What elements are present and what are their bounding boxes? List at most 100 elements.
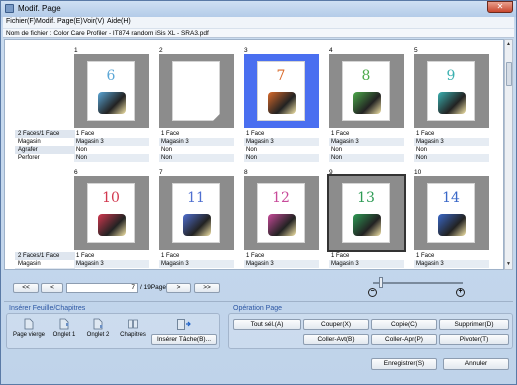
page-attribute-cell[interactable]: Magasin 3 [329,138,404,146]
prev-page-button[interactable]: < [41,283,63,293]
page-thumbnail[interactable]: 11 [159,176,234,250]
page-attribute-cell[interactable]: Magasin 3 [74,260,149,268]
modif-page-window: Modif. Page ✕ Fichier(F) Modif. Page(E) … [0,0,517,385]
page-illustration [353,92,381,114]
zoom-slider-thumb[interactable] [379,277,383,288]
tool-onglet-2[interactable]: Onglet 2 [83,318,113,338]
page-thumbnail[interactable] [159,54,234,128]
page-number: 8 [244,169,248,176]
tool-page-vierge[interactable]: Page vierge [11,318,47,338]
scroll-thumb[interactable] [506,62,512,86]
vertical-scrollbar[interactable]: ▲ ▼ [504,39,513,270]
page-thumbnail[interactable]: 7 [244,54,319,128]
page-attribute-cell[interactable]: Magasin 3 [244,138,319,146]
page-attribute-cell[interactable]: Non [329,146,404,154]
page-attribute-cell[interactable]: Magasin 3 [159,138,234,146]
page-illustration [98,214,126,236]
page-attribute-cell[interactable]: 1 Face [159,130,234,138]
page-thumbnail-panel: 161 Face Magasin 3 Non Non 2 1 Face Magasin 3N… [4,39,504,270]
zoom-in-icon[interactable]: + [456,288,465,297]
menu-voir[interactable]: Voir(V) [83,18,104,25]
page-attribute-cell[interactable]: Non [244,146,319,154]
page-attribute-cell[interactable]: 1 Face [244,130,319,138]
page-thumbnail[interactable]: 13 [327,174,406,252]
chapters-icon [128,319,138,329]
tool-onglet-1[interactable]: Onglet 1 [49,318,79,338]
page-attribute-cell[interactable]: 1 Face [329,252,404,260]
page-attribute-cell[interactable]: 1 Face [244,252,319,260]
divider [4,301,513,302]
blank-page-preview [172,61,220,121]
app-icon [5,4,14,13]
zoom-slider-track[interactable] [373,282,463,284]
copy-button[interactable]: Copie(C) [371,319,437,330]
paste-before-button[interactable]: Coller-Avt(B) [303,334,369,345]
tool-chapitres[interactable]: Chapitres [117,318,149,338]
scroll-up-icon[interactable]: ▲ [505,41,512,48]
page-attribute-cell[interactable]: Non [74,146,149,154]
menu-aide[interactable]: Aide(H) [107,18,131,25]
zoom-out-icon[interactable]: − [368,288,377,297]
page-illustration [183,214,211,236]
page-thumbnail[interactable]: 9 [414,54,489,128]
page-number: 3 [244,47,248,54]
last-page-button[interactable]: >> [194,283,220,293]
page-thumbnail[interactable]: 12 [244,176,319,250]
page-thumbnail[interactable]: 8 [329,54,404,128]
page-attribute-cell[interactable]: Magasin 3 [414,260,489,268]
page-attribute-cell[interactable]: 1 Face [329,130,404,138]
delete-button[interactable]: Supprimer(D) [439,319,509,330]
page-attribute-cell[interactable]: Non [414,154,489,162]
rotate-button[interactable]: Pivoter(T) [439,334,509,345]
row-label: Perforer [18,155,40,161]
menu-modif-page[interactable]: Modif. Page(E) [36,18,83,25]
page-thumbnail[interactable]: 10 [74,176,149,250]
save-button[interactable]: Enregistrer(S) [371,358,437,370]
page-attribute-cell[interactable]: Magasin 3 [414,138,489,146]
page-total-label: / 19Page [140,284,167,291]
page-illustration [353,214,381,236]
page-number: 1 [74,47,78,54]
page-attribute-cell[interactable]: Non [159,154,234,162]
cancel-button[interactable]: Annuler [443,358,509,370]
menu-fichier[interactable]: Fichier(F) [6,18,36,25]
scroll-down-icon[interactable]: ▼ [505,261,512,268]
page-attribute-cell[interactable]: Non [414,146,489,154]
close-button[interactable]: ✕ [487,1,513,13]
page-attribute-cell[interactable]: 1 Face [74,130,149,138]
page-illustration [438,214,466,236]
page-attribute-cell[interactable]: Magasin 3 [159,260,234,268]
page-attribute-cell[interactable]: Magasin 3 [74,138,149,146]
next-page-button[interactable]: > [166,283,191,293]
page-number-input[interactable]: 7 [66,283,138,293]
page-thumbnail[interactable]: 6 [74,54,149,128]
page-number: 2 [159,47,163,54]
page-attribute-cell[interactable]: Non [74,154,149,162]
page-attribute-cell[interactable]: Magasin 3 [329,260,404,268]
row-label: Agrafer [15,146,75,154]
page-attribute-cell[interactable]: 1 Face [414,252,489,260]
row-label: Magasin [18,261,41,267]
page-attribute-cell[interactable]: Non [329,154,404,162]
page-attribute-cell[interactable]: Non [159,146,234,154]
file-name-label: Nom de fichier : Color Care Profiler - I… [3,28,514,38]
paste-after-button[interactable]: Coller-Apr(P) [371,334,437,345]
page-attribute-cell[interactable]: Magasin 3 [244,260,319,268]
page-big-number: 11 [187,190,205,206]
page-attribute-cell[interactable]: Non [244,154,319,162]
title-bar: Modif. Page ✕ [1,1,516,17]
page-thumbnail[interactable]: 14 [414,176,489,250]
first-page-button[interactable]: << [13,283,39,293]
select-all-button[interactable]: Tout sél.(A) [233,319,301,330]
insert-task-button[interactable]: Insérer Tâche(B)... [151,334,217,345]
page-attribute-cell[interactable]: 1 Face [414,130,489,138]
cut-button[interactable]: Couper(X) [303,319,369,330]
page-illustration [268,214,296,236]
tool-label: Page vierge [12,332,46,338]
page-attribute-cell[interactable]: 1 Face [159,252,234,260]
page-number: 9 [329,169,333,176]
page-number: 6 [74,169,78,176]
page-attribute-cell[interactable]: 1 Face [74,252,149,260]
page-big-number: 9 [446,68,456,84]
page-big-number: 7 [276,68,286,84]
